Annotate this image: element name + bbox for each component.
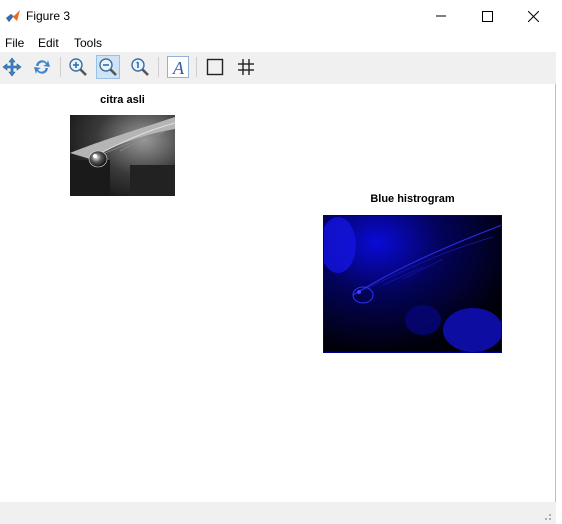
maximize-button[interactable] bbox=[464, 0, 510, 32]
rotate-icon bbox=[34, 60, 50, 74]
rotate-button[interactable] bbox=[30, 55, 54, 79]
background-window-edge bbox=[557, 0, 562, 524]
close-icon bbox=[527, 10, 539, 22]
axes-title-blue: Blue histrogram bbox=[370, 193, 455, 205]
grid-button[interactable] bbox=[234, 55, 258, 79]
toolbar-separator bbox=[158, 57, 159, 77]
insert-text-button[interactable]: A bbox=[166, 55, 190, 79]
close-button[interactable] bbox=[510, 0, 556, 32]
toolbar-separator bbox=[196, 57, 197, 77]
resize-grip-icon[interactable] bbox=[542, 511, 552, 521]
box-icon bbox=[206, 58, 224, 76]
axes-title-original: citra asli bbox=[100, 94, 145, 106]
grid-icon bbox=[238, 59, 254, 75]
menu-tools[interactable]: Tools bbox=[74, 36, 102, 50]
window-title: Figure 3 bbox=[26, 9, 71, 23]
menu-file[interactable]: File bbox=[5, 36, 24, 50]
zoom-reset-icon bbox=[131, 58, 149, 76]
pan-button[interactable] bbox=[0, 55, 24, 79]
zoom-in-icon bbox=[69, 58, 87, 76]
zoom-out-icon bbox=[99, 58, 117, 76]
box-button[interactable] bbox=[203, 55, 227, 79]
figure-toolbar: A bbox=[0, 52, 556, 84]
text-icon: A bbox=[167, 56, 189, 78]
toolbar-separator bbox=[60, 57, 61, 77]
original-image[interactable] bbox=[70, 115, 175, 196]
menu-edit[interactable]: Edit bbox=[38, 36, 59, 50]
maximize-icon bbox=[481, 10, 493, 22]
title-bar[interactable]: Figure 3 bbox=[0, 0, 556, 32]
svg-text:A: A bbox=[172, 58, 185, 78]
minimize-button[interactable] bbox=[418, 0, 464, 32]
matlab-logo-icon bbox=[6, 10, 20, 22]
zoom-out-button[interactable] bbox=[96, 55, 120, 79]
status-bar bbox=[0, 502, 556, 524]
pan-icon bbox=[2, 57, 22, 77]
zoom-in-button[interactable] bbox=[66, 55, 90, 79]
figure-window: Figure 3 File Edit Tools A citra asli Bl… bbox=[0, 0, 556, 524]
blue-channel-image[interactable] bbox=[323, 215, 502, 353]
minimize-icon bbox=[436, 15, 446, 17]
zoom-reset-button[interactable] bbox=[128, 55, 152, 79]
menu-bar: File Edit Tools bbox=[0, 32, 556, 52]
